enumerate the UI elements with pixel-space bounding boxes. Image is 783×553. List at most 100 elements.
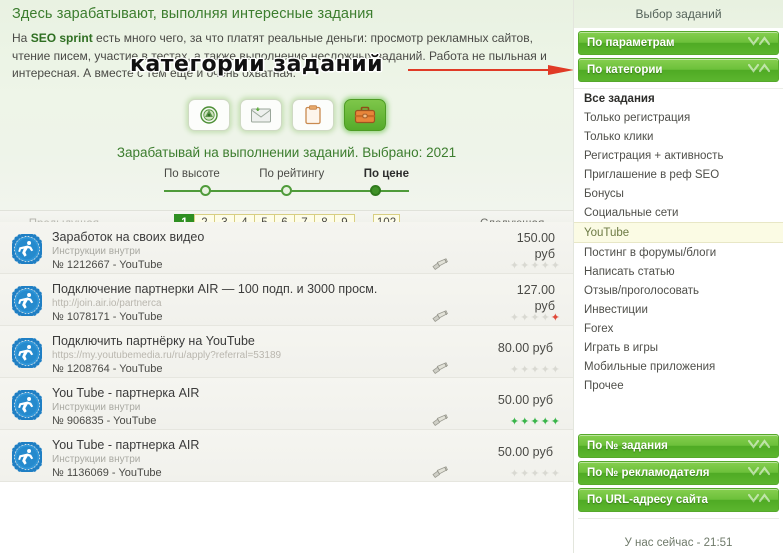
task-title[interactable]: Заработок на своих видео: [52, 230, 441, 244]
sort-option-price[interactable]: По цене: [364, 168, 409, 180]
rating-star: ✦: [550, 312, 561, 324]
task-row[interactable]: Заработок на своих видео Инструкции внутр…: [0, 222, 573, 274]
sidebar-button-label: По категории: [587, 64, 663, 76]
sort-knob-height[interactable]: [200, 184, 211, 196]
selection-summary: Зарабатывай на выполнении заданий. Выбра…: [116, 144, 457, 160]
rating-star: ✦: [530, 312, 541, 324]
expand-collapse-icon: [748, 466, 770, 476]
sort-knob-price[interactable]: [370, 184, 381, 196]
task-info: You Tube - партнерка AIR Инструкции внутр…: [52, 386, 441, 427]
sidebar-bottom-buttons: По № задания По № рекламодателя По URL-а…: [574, 431, 783, 519]
task-info: Подключение партнерки AIR — 100 подп. и …: [52, 282, 441, 323]
rating-star: ✦: [540, 260, 551, 272]
sidebar-header: Выбор заданий: [574, 0, 783, 28]
rating-star: ✦: [509, 312, 521, 324]
task-badge: [10, 388, 44, 422]
task-title[interactable]: You Tube - партнерка AIR: [52, 438, 441, 452]
task-megaphone[interactable]: [431, 258, 449, 272]
intro-paragraph: На SEO sprint есть много чего, за что пл…: [12, 30, 559, 83]
megaphone-icon: [432, 310, 448, 322]
rating-star: ✦: [530, 468, 541, 480]
app-root: Здесь зарабатывают, выполняя интересные …: [0, 0, 783, 553]
sidebar-button-label: По URL-адресу сайта: [587, 494, 708, 506]
category-item[interactable]: Отзыв/проголосовать: [574, 281, 783, 300]
sidebar-button-by-category[interactable]: По категории: [578, 58, 779, 82]
task-row[interactable]: Подключить партнёрку на YouTube https://m…: [0, 326, 573, 378]
task-right: 50.00 руб ✦✦✦✦✦: [432, 438, 561, 482]
task-megaphone[interactable]: [431, 466, 449, 480]
category-item[interactable]: Социальные сети: [574, 203, 783, 222]
envelope-icon: [250, 106, 271, 122]
category-toolbar: [0, 98, 573, 131]
server-clock: У нас сейчас - 21:51: [624, 537, 733, 549]
task-title[interactable]: You Tube - партнерка AIR: [52, 386, 441, 400]
expand-collapse-icon: [748, 36, 770, 46]
sidebar-button-by-site-url[interactable]: По URL-адресу сайта: [578, 488, 779, 512]
category-item[interactable]: Только клики: [574, 127, 783, 146]
sidebar: Выбор заданий По параметрам По категории…: [573, 0, 783, 553]
hero-section: Здесь зарабатывают, выполняя интересные …: [0, 0, 574, 238]
megaphone-icon: [432, 466, 448, 478]
task-list: Заработок на своих видео Инструкции внутр…: [0, 222, 573, 482]
task-subtitle: https://my.youtubemedia.ru/ru/apply?refe…: [52, 350, 282, 361]
task-right: 127.00 руб ✦✦✦✦✦: [432, 282, 561, 326]
sidebar-button-by-task-number[interactable]: По № задания: [578, 434, 779, 458]
briefcase-icon: [354, 106, 375, 123]
sort-option-height[interactable]: По высоте: [164, 168, 220, 180]
page-title: Здесь зарабатывают, выполняя интересные …: [12, 6, 374, 22]
category-item[interactable]: Регистрация + активность: [574, 146, 783, 165]
task-subtitle: Инструкции внутри: [52, 402, 141, 413]
sort-labels: По высоте По рейтингу По цене: [164, 168, 409, 180]
category-item[interactable]: Приглашение в реф SEO: [574, 165, 783, 184]
task-megaphone[interactable]: [431, 362, 449, 376]
brand-name: SEO sprint: [30, 31, 93, 45]
task-badge-icon: [10, 284, 44, 318]
category-item[interactable]: Прочее: [574, 376, 783, 395]
category-item[interactable]: Написать статью: [574, 262, 783, 281]
task-megaphone[interactable]: [431, 310, 449, 324]
tests-icon-button[interactable]: [291, 98, 334, 131]
main-content: Здесь зарабатывают, выполняя интересные …: [0, 0, 574, 553]
megaphone-icon: [432, 362, 448, 374]
category-item[interactable]: Forex: [574, 319, 783, 338]
category-item[interactable]: Играть в игры: [574, 338, 783, 357]
expand-collapse-icon: [748, 63, 770, 73]
task-megaphone[interactable]: [431, 414, 449, 428]
megaphone-icon: [432, 414, 448, 426]
task-right: 50.00 руб ✦✦✦✦✦: [432, 386, 561, 430]
task-title[interactable]: Подключение партнерки AIR — 100 подп. и …: [52, 282, 441, 296]
sidebar-divider: [578, 518, 779, 519]
task-row[interactable]: You Tube - партнерка AIR Инструкции внутр…: [0, 430, 573, 482]
task-badge: [10, 232, 44, 266]
task-subtitle: Инструкции внутри: [52, 246, 141, 257]
task-row[interactable]: You Tube - партнерка AIR Инструкции внутр…: [0, 378, 573, 430]
category-item[interactable]: Только регистрация: [574, 108, 783, 127]
category-item[interactable]: Мобильные приложения: [574, 357, 783, 376]
rating-star: ✦: [540, 364, 551, 376]
task-title[interactable]: Подключить партнёрку на YouTube: [52, 334, 441, 348]
sidebar-button-by-advertiser-number[interactable]: По № рекламодателя: [578, 461, 779, 485]
rating-star: ✦: [550, 364, 561, 376]
letters-icon-button[interactable]: [239, 98, 282, 131]
surfing-icon-button[interactable]: [187, 98, 230, 131]
category-item[interactable]: Бонусы: [574, 184, 783, 203]
category-item[interactable]: Все задания: [574, 89, 783, 108]
sidebar-button-by-parameters[interactable]: По параметрам: [578, 31, 779, 55]
rating-star: ✦: [520, 260, 531, 272]
sidebar-button-label: По № задания: [587, 440, 668, 452]
sort-knob-rating[interactable]: [281, 184, 292, 196]
category-item[interactable]: YouTube: [574, 222, 783, 243]
tasks-icon-button[interactable]: [343, 98, 386, 131]
surfing-icon: [199, 105, 218, 124]
task-badge: [10, 284, 44, 318]
intro-rest: есть много чего, за что платят реальные …: [12, 31, 547, 80]
sort-option-rating[interactable]: По рейтингу: [259, 168, 324, 180]
sort-slider[interactable]: По высоте По рейтингу По цене: [164, 168, 409, 200]
task-rating-stars: ✦✦✦✦✦: [510, 363, 561, 376]
task-badge-icon: [10, 388, 44, 422]
rating-star: ✦: [530, 260, 541, 272]
sidebar-button-label: По параметрам: [587, 37, 675, 49]
task-row[interactable]: Подключение партнерки AIR — 100 подп. и …: [0, 274, 573, 326]
category-item[interactable]: Постинг в форумы/блоги: [574, 243, 783, 262]
category-item[interactable]: Инвестиции: [574, 300, 783, 319]
